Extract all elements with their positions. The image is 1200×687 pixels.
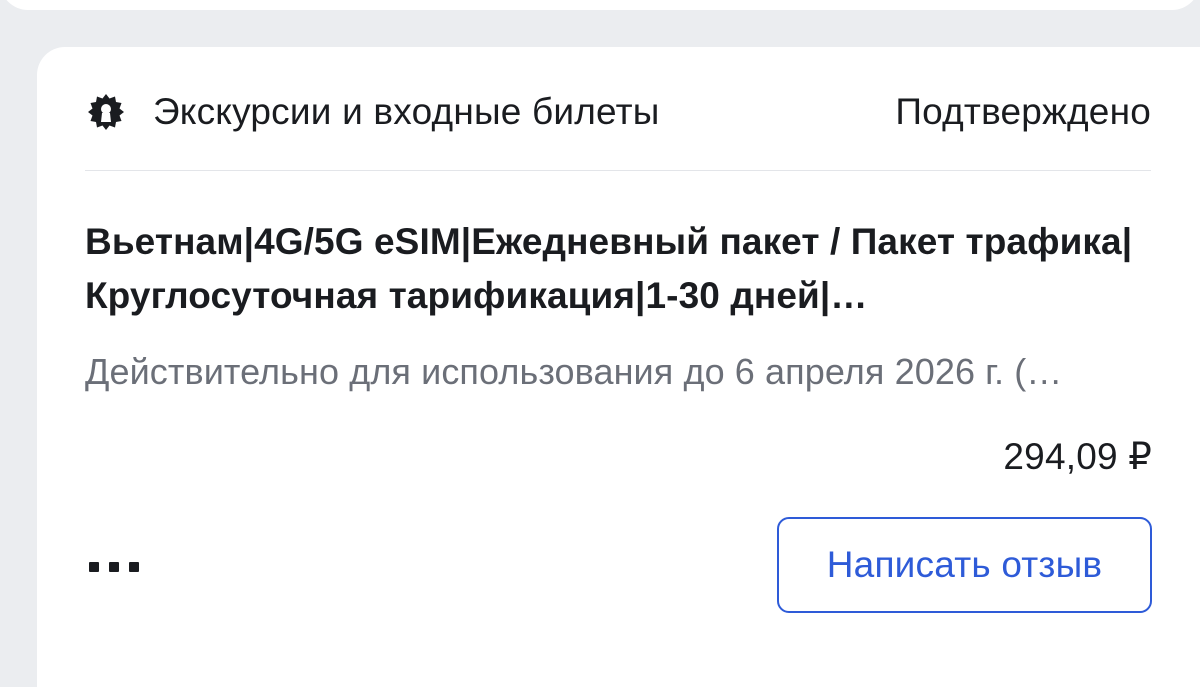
previous-card-bottom: [0, 0, 1200, 10]
write-review-button[interactable]: Написать отзыв: [777, 517, 1152, 613]
validity-text: Действительно для использования до 6 апр…: [85, 351, 1063, 392]
category-label: Экскурсии и входные билеты: [153, 91, 660, 132]
order-price: 294,09 ₽: [1003, 436, 1152, 477]
product-title[interactable]: Вьетнам|4G/5G eSIM|Ежедневный пакет / Па…: [85, 215, 1155, 323]
order-status: Подтверждено: [895, 91, 1151, 132]
order-card[interactable]: Экскурсии и входные билеты Подтверждено …: [37, 47, 1200, 687]
attraction-ticket-icon: [85, 91, 127, 133]
more-options-icon[interactable]: [89, 552, 153, 582]
header-divider: [85, 170, 1151, 171]
more-dot: [129, 562, 139, 572]
more-dot: [109, 562, 119, 572]
more-dot: [89, 562, 99, 572]
order-header: Экскурсии и входные билеты Подтверждено: [85, 87, 1151, 137]
